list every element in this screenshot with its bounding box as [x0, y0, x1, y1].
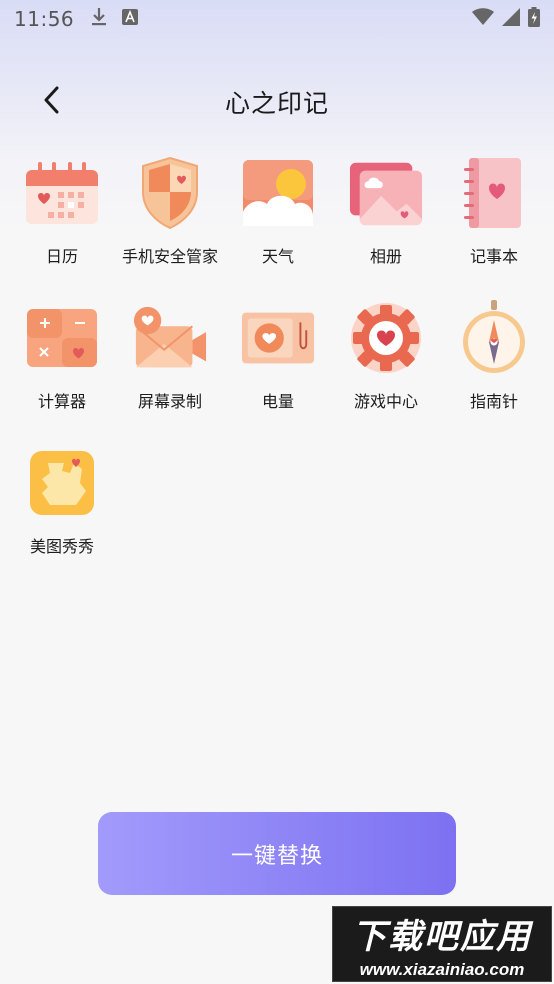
- status-time: 11:56: [14, 7, 75, 31]
- status-bar: 11:56: [0, 0, 554, 38]
- app-weather[interactable]: 天气: [224, 155, 332, 275]
- app-label: 相册: [369, 247, 402, 266]
- app-label: 指南针: [469, 392, 518, 411]
- weather-icon: [240, 155, 316, 231]
- app-game-center[interactable]: 游戏中心: [332, 300, 440, 420]
- watermark-logo: 下载吧应用 www.xiazainiao.com: [332, 906, 552, 982]
- watermark-url: www.xiazainiao.com: [359, 959, 525, 979]
- page-title: 心之印记: [224, 89, 329, 118]
- app-battery[interactable]: 电量: [224, 300, 332, 420]
- screen-recorder-icon: [132, 300, 208, 376]
- app-meitu[interactable]: 美图秀秀: [8, 445, 116, 565]
- app-compass[interactable]: 指南针: [440, 300, 548, 420]
- download-icon: [90, 7, 108, 31]
- app-calculator[interactable]: 计算器: [8, 300, 116, 420]
- app-label: 屏幕录制: [137, 392, 202, 411]
- app-label: 游戏中心: [353, 392, 418, 411]
- one-click-replace-button[interactable]: 一键替换: [98, 812, 456, 895]
- app-label: 计算器: [37, 392, 86, 411]
- app-calendar[interactable]: 日历: [8, 155, 116, 275]
- watermark-title: 下载吧应用: [352, 916, 532, 957]
- notebook-icon: [456, 155, 532, 231]
- app-security-manager[interactable]: 手机安全管家: [116, 155, 224, 275]
- app-label: 记事本: [469, 247, 518, 266]
- battery-status-icon: [528, 7, 540, 31]
- battery-icon: [240, 300, 316, 376]
- wifi-icon: [472, 8, 494, 30]
- app-notebook[interactable]: 记事本: [440, 155, 548, 275]
- calculator-icon: [24, 300, 100, 376]
- app-album[interactable]: 相册: [332, 155, 440, 275]
- app-screen-recorder[interactable]: 屏幕录制: [116, 300, 224, 420]
- app-notification-icon: [122, 9, 139, 29]
- game-center-icon: [348, 300, 424, 376]
- shield-icon: [132, 155, 208, 231]
- compass-icon: [456, 300, 532, 376]
- app-label: 电量: [261, 392, 294, 411]
- app-label: 日历: [45, 247, 78, 266]
- app-label: 美图秀秀: [29, 537, 94, 556]
- meitu-icon: [24, 445, 100, 521]
- calendar-icon: [24, 155, 100, 231]
- album-icon: [348, 155, 424, 231]
- header: 心之印记: [0, 70, 554, 134]
- app-label: 天气: [261, 247, 294, 266]
- signal-icon: [502, 8, 520, 30]
- app-label: 手机安全管家: [121, 247, 218, 266]
